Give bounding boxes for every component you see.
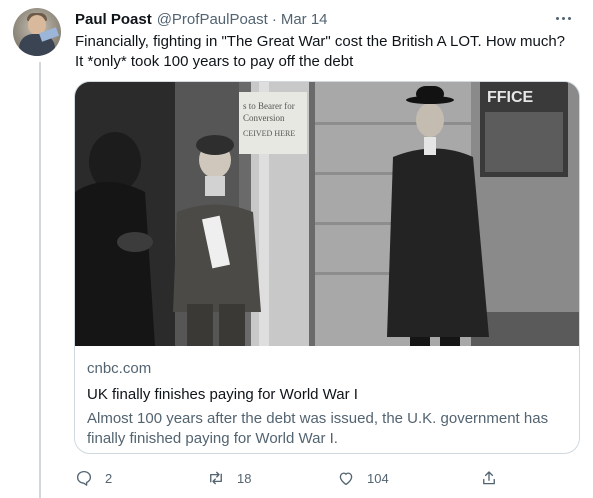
card-domain: cnbc.com [87, 360, 152, 377]
card-meta: cnbc.com UK finally finishes paying for … [87, 359, 567, 449]
link-card[interactable]: s to Bearer for Conversion CEIVED HERE F… [74, 81, 580, 454]
share-button[interactable] [480, 466, 498, 490]
card-description: Almost 100 years after the debt was issu… [87, 410, 549, 447]
action-bar: 2 18 104 [72, 466, 502, 490]
tweet-text: Financially, fighting in "The Great War"… [75, 32, 580, 72]
avatar[interactable] [13, 8, 61, 56]
retweet-count: 18 [237, 470, 252, 486]
more-icon[interactable] [553, 9, 573, 27]
tweet-date[interactable]: Mar 14 [281, 11, 328, 28]
user-handle[interactable]: @ProfPaulPoast [157, 11, 268, 28]
tweet-header: Paul Poast @ProfPaulPoast · Mar 14 [75, 9, 328, 29]
photo-office-text: FFICE [487, 89, 534, 106]
retweet-icon [210, 471, 222, 485]
tweet-text-line2: It *only* took 100 years to pay off the … [75, 53, 354, 70]
thread-line [39, 62, 41, 498]
like-button[interactable]: 104 [337, 466, 389, 490]
photo-sign-line2: Conversion [243, 113, 285, 123]
photo-sign-line1: s to Bearer for [243, 101, 295, 111]
reply-count: 2 [105, 470, 113, 486]
photo-sign-line3: CEIVED HERE [243, 129, 295, 138]
tweet-text-line1: Financially, fighting in "The Great War"… [75, 33, 566, 50]
reply-icon [76, 470, 92, 486]
card-title[interactable]: UK finally finishes paying for World War… [87, 385, 567, 405]
card-image: s to Bearer for Conversion CEIVED HERE F… [75, 82, 579, 346]
retweet-button[interactable]: 18 [207, 466, 251, 490]
reply-button[interactable]: 2 [75, 466, 112, 490]
share-icon [483, 471, 495, 485]
like-icon [339, 472, 353, 486]
display-name[interactable]: Paul Poast [75, 11, 152, 28]
like-count: 104 [367, 470, 389, 486]
separator-dot: · [271, 10, 277, 28]
